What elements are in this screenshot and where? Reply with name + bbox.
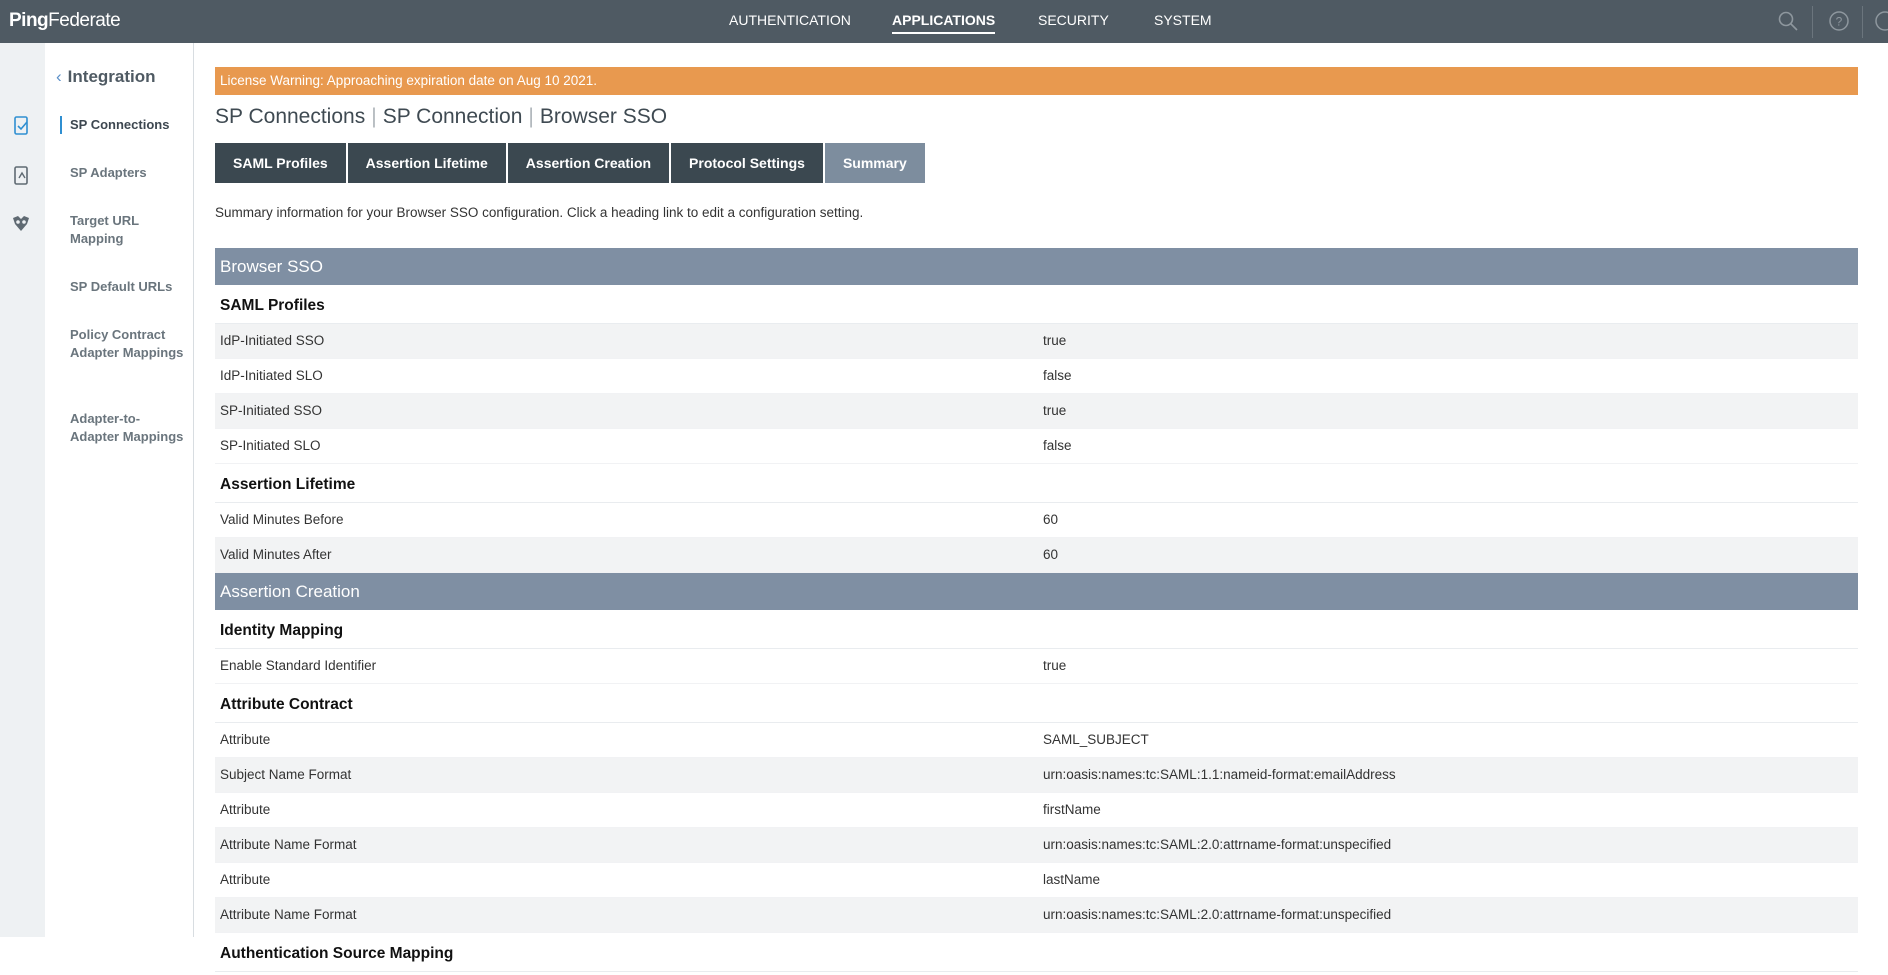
subsection-attribute-contract[interactable]: Attribute Contract [215,684,1858,723]
chevron-left-icon: ‹ [56,67,62,86]
subsection-authentication-source-mapping[interactable]: Authentication Source Mapping [215,933,1858,972]
table-row: SP-Initiated SSO true [215,394,1858,429]
subnav-target-url-mapping[interactable]: Target URL Mapping [70,212,188,248]
section-browser-sso[interactable]: Browser SSO [215,248,1858,285]
subsection-assertion-lifetime[interactable]: Assertion Lifetime [215,464,1858,503]
tab-assertion-lifetime[interactable]: Assertion Lifetime [347,143,506,183]
subnav-sp-default-urls[interactable]: SP Default URLs [70,278,188,296]
table-row: Attribute firstName [215,793,1858,828]
table-row: Valid Minutes After 60 [215,538,1858,573]
wizard-tabs: SAML Profiles Assertion Lifetime Asserti… [215,143,925,183]
subnav-policy-contract-adapter-mappings[interactable]: Policy Contract Adapter Mappings [70,326,188,362]
table-row: IdP-Initiated SLO false [215,359,1858,394]
subnav-sp-adapters[interactable]: SP Adapters [70,164,188,182]
table-row: Subject Name Format urn:oasis:names:tc:SA… [215,758,1858,793]
adapters-icon[interactable] [10,165,32,187]
tab-saml-profiles[interactable]: SAML Profiles [215,143,346,183]
sp-connections-icon[interactable] [10,115,32,137]
table-row: Attribute Name Format urn:oasis:names:tc:… [215,828,1858,863]
table-row: Enable Standard Identifier true [215,649,1858,684]
license-warning-banner: License Warning: Approaching expiration … [215,67,1858,95]
section-assertion-creation[interactable]: Assertion Creation [215,573,1858,610]
help-icon[interactable]: ? [1828,10,1850,32]
nav-authentication[interactable]: AUTHENTICATION [729,12,851,32]
table-row: SP-Initiated SLO false [215,429,1858,464]
table-row: Attribute Name Format urn:oasis:names:tc:… [215,898,1858,933]
subnav-sp-connections[interactable]: SP Connections [70,116,188,134]
nav-security[interactable]: SECURITY [1038,12,1109,32]
tab-protocol-settings[interactable]: Protocol Settings [671,143,823,183]
back-to-integration-link[interactable]: ‹ Integration [56,67,156,87]
table-row: Attribute SAML_SUBJECT [215,723,1858,758]
nav-applications[interactable]: APPLICATIONS [892,12,996,34]
pingfederate-logo[interactable]: PingFederate [9,10,121,32]
active-indicator [60,116,62,134]
search-icon[interactable] [1777,10,1799,32]
icon-rail [0,43,45,937]
top-navigation-bar: PingFederate AUTHENTICATION APPLICATIONS… [0,0,1888,43]
tab-summary[interactable]: Summary [824,143,925,183]
nav-system[interactable]: SYSTEM [1154,12,1212,32]
table-row: Valid Minutes Before 60 [215,503,1858,538]
breadcrumb-sp-connections[interactable]: SP Connections [215,105,365,128]
mappings-icon[interactable] [10,213,32,235]
svg-text:?: ? [1836,15,1843,29]
breadcrumb-sp-connection[interactable]: SP Connection [383,105,523,128]
subsection-identity-mapping[interactable]: Identity Mapping [215,610,1858,649]
subsection-saml-profiles[interactable]: SAML Profiles [215,285,1858,324]
table-row: IdP-Initiated SSO true [215,324,1858,359]
table-row: Attribute lastName [215,863,1858,898]
intro-text: Summary information for your Browser SSO… [215,205,864,220]
summary-table: Browser SSO SAML Profiles IdP-Initiated … [215,248,1858,972]
divider [1812,6,1813,38]
subnav-adapter-to-adapter-mappings[interactable]: Adapter-to-Adapter Mappings [70,410,188,446]
tab-assertion-creation[interactable]: Assertion Creation [507,143,670,183]
integration-subnav: ‹ Integration SP Connections SP Adapters … [45,43,194,937]
breadcrumb: SP Connections | SP Connection | Browser SSO [215,105,668,128]
breadcrumb-browser-sso: Browser SSO [539,105,668,128]
divider [1862,6,1863,38]
user-icon[interactable] [1874,10,1888,32]
